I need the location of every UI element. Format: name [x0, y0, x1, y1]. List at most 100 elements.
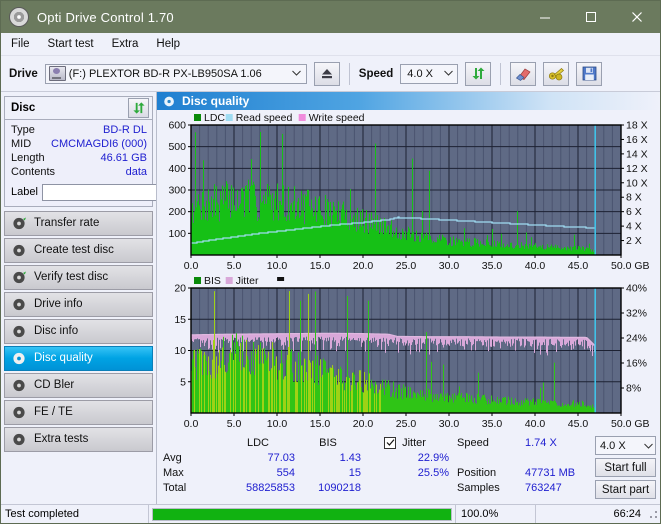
minimize-button[interactable] — [522, 1, 568, 33]
svg-text:16%: 16% — [626, 358, 647, 370]
stats-row-label: Total — [163, 481, 187, 494]
sidebar-item-disc-quality[interactable]: Disc quality — [4, 346, 153, 371]
progress-bar — [149, 504, 456, 523]
svg-text:300: 300 — [168, 185, 186, 197]
sidebar-item-verify-test-disc[interactable]: Verify test disc — [4, 265, 153, 290]
svg-text:4 X: 4 X — [626, 221, 642, 233]
disc-icon — [12, 405, 27, 420]
jitter-checkbox[interactable] — [384, 436, 397, 449]
title-bar: Opti Drive Control 1.70 — [1, 1, 660, 33]
sidebar-item-label: Create test disc — [34, 243, 114, 256]
disc-contents-key: Contents — [11, 166, 56, 178]
svg-text:500: 500 — [168, 141, 186, 153]
menu-help[interactable]: Help — [156, 38, 180, 50]
svg-text:400: 400 — [168, 163, 186, 175]
status-message: Test completed — [1, 504, 149, 523]
start-part-button[interactable]: Start part — [595, 480, 656, 499]
drive-select[interactable]: (F:) PLEXTOR BD-R PX-LB950SA 1.06 — [44, 63, 307, 84]
test-speed-select[interactable]: 4.0 X — [595, 436, 656, 455]
disc-icon — [12, 243, 27, 258]
eject-button[interactable] — [313, 61, 340, 86]
sidebar-item-label: Disc quality — [34, 351, 93, 364]
sidebar-item-label: Verify test disc — [34, 270, 109, 283]
stats-avg-jitter: 22.9% — [417, 451, 449, 464]
sidebar-item-create-test-disc[interactable]: Create test disc — [4, 238, 153, 263]
svg-text:16 X: 16 X — [626, 134, 648, 146]
speed-select[interactable]: 4.0 X — [400, 63, 459, 84]
refresh-button[interactable] — [465, 61, 492, 86]
close-button[interactable] — [614, 1, 660, 33]
svg-text:LDC: LDC — [204, 112, 225, 124]
disc-icon — [12, 378, 27, 393]
svg-text:14 X: 14 X — [626, 148, 648, 160]
svg-text:40.0: 40.0 — [525, 418, 546, 430]
pane-header: Disc quality — [157, 92, 660, 110]
svg-text:45.0: 45.0 — [568, 418, 589, 430]
svg-text:10: 10 — [174, 345, 186, 357]
svg-text:BIS: BIS — [204, 275, 221, 287]
speed-label: Speed — [358, 67, 394, 80]
svg-text:10 X: 10 X — [626, 177, 648, 189]
readout-controls: 4.0 X Start full Start part — [595, 435, 656, 499]
maximize-button[interactable] — [568, 1, 614, 33]
readout-position-key: Position — [457, 466, 497, 479]
resize-grip-icon[interactable] — [649, 509, 659, 519]
chart-bis-jitter: BIS Jitter 5 10 15 20 8% 16% 24% 32% 40% 0.0 5.0 10.0… — [159, 275, 658, 433]
readout-position-value: 47731 MB — [525, 466, 576, 479]
readout-panel: Speed Position Samples 1.74 X 47731 MB 7… — [455, 435, 656, 499]
svg-text:40.0: 40.0 — [525, 260, 546, 272]
disc-quality-icon — [163, 95, 176, 108]
menu-start-test[interactable]: Start test — [48, 38, 94, 50]
stats-row-label: Avg — [163, 451, 182, 464]
sidebar-item-cd-bler[interactable]: CD Bler — [4, 373, 153, 398]
sidebar-item-drive-info[interactable]: Drive info — [4, 292, 153, 317]
save-button[interactable] — [576, 61, 603, 86]
stats-header-row: LDC BIS Jitter — [163, 435, 455, 450]
sidebar-item-label: CD Bler — [34, 378, 75, 391]
disc-icon — [12, 216, 27, 231]
disc-panel-header: Disc — [5, 97, 152, 120]
stats-row-avg: Avg 77.03 1.43 22.9% — [163, 450, 455, 465]
svg-text:2 X: 2 X — [626, 235, 642, 247]
svg-text:35.0: 35.0 — [482, 260, 503, 272]
svg-text:20: 20 — [174, 283, 186, 295]
toolbar: Drive (F:) PLEXTOR BD-R PX-LB950SA 1.06 … — [1, 56, 660, 92]
svg-text:0.0: 0.0 — [184, 260, 199, 272]
svg-text:8 X: 8 X — [626, 192, 642, 204]
stats-panel: LDC BIS Jitter Avg 77.03 1.43 22.9% Max … — [157, 433, 660, 499]
disc-label-row: Label — [11, 182, 217, 202]
app-icon — [9, 7, 29, 27]
svg-text:Jitter: Jitter — [236, 275, 259, 287]
menu-file[interactable]: File — [11, 38, 30, 50]
svg-text:30.0: 30.0 — [439, 418, 460, 430]
sidebar-item-fe-te[interactable]: FE / TE — [4, 400, 153, 425]
speed-select-value: 4.0 X — [407, 67, 433, 80]
sidebar-item-extra-tests[interactable]: Extra tests — [4, 427, 153, 452]
svg-text:25.0: 25.0 — [396, 418, 417, 430]
drive-icon — [48, 66, 66, 81]
menu-bar: File Start test Extra Help — [1, 33, 660, 56]
stats-avg-bis: 1.43 — [339, 451, 361, 464]
disc-contents-value: data — [125, 166, 147, 178]
menu-extra[interactable]: Extra — [112, 38, 139, 50]
sidebar-item-transfer-rate[interactable]: Transfer rate — [4, 211, 153, 236]
svg-text:32%: 32% — [626, 308, 647, 320]
readout-samples-key: Samples — [457, 481, 500, 494]
erase-button[interactable] — [510, 61, 537, 86]
stats-total-ldc: 58825853 — [246, 481, 295, 494]
stats-max-jitter: 25.5% — [417, 466, 449, 479]
chart-top-svg: LDC Read speed Write speed 100 200 300 400 500 6… — [168, 112, 649, 272]
start-full-button[interactable]: Start full — [595, 458, 656, 477]
svg-text:6 X: 6 X — [626, 206, 642, 218]
svg-text:5: 5 — [180, 376, 186, 388]
tools-button[interactable] — [543, 61, 570, 86]
stats-avg-ldc: 77.03 — [267, 451, 295, 464]
sidebar-item-disc-info[interactable]: Disc info — [4, 319, 153, 344]
svg-text:30.0: 30.0 — [439, 260, 460, 272]
svg-text:15.0: 15.0 — [310, 260, 331, 272]
window-title: Opti Drive Control 1.70 — [37, 9, 174, 25]
svg-text:Write speed: Write speed — [309, 112, 365, 124]
disc-refresh-button[interactable] — [128, 98, 149, 118]
svg-text:600: 600 — [168, 120, 186, 132]
